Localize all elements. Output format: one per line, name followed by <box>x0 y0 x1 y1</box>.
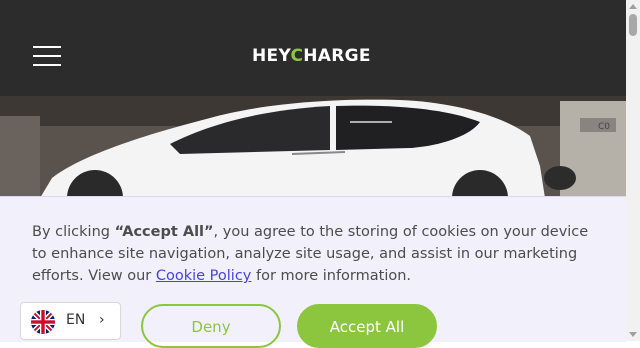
deny-button[interactable]: Deny <box>141 304 281 348</box>
svg-text:C0: C0 <box>598 122 610 132</box>
cookie-policy-link[interactable]: Cookie Policy <box>156 268 252 284</box>
chevron-right-icon: › <box>99 312 105 328</box>
scroll-thumb[interactable] <box>629 14 637 36</box>
scroll-up-icon[interactable] <box>629 4 637 9</box>
cookie-message: By clicking “Accept All”, you agree to t… <box>32 224 589 284</box>
language-code: EN <box>66 312 86 328</box>
uk-flag-icon <box>31 310 55 334</box>
accept-all-button[interactable]: Accept All <box>297 304 437 348</box>
hamburger-menu-icon[interactable] <box>33 46 61 66</box>
page-scrollbar[interactable] <box>626 0 640 341</box>
hero-image: C0 <box>0 96 626 198</box>
heycharge-logo[interactable]: HEYCHARGE <box>252 45 371 67</box>
language-selector[interactable]: EN › <box>20 302 121 340</box>
car-image: C0 <box>0 96 626 198</box>
scroll-down-icon[interactable] <box>629 332 637 337</box>
site-header: HEYCHARGE <box>0 0 626 96</box>
